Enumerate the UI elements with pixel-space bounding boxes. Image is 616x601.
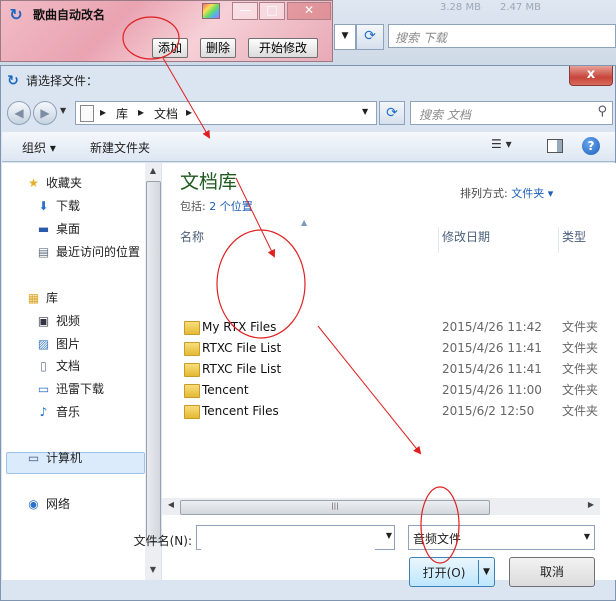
scrollbar-thumb[interactable]: ||| (180, 500, 490, 515)
folder-icon (184, 342, 200, 356)
chevron-down-icon[interactable]: ▼ (386, 531, 392, 540)
arrange-by-dropdown[interactable]: 文件夹 ▾ (511, 187, 553, 200)
dialog-close-button[interactable]: x (569, 66, 613, 86)
file-row[interactable]: My RTX Files 2015/4/26 11:42 文件夹 (178, 317, 616, 338)
horizontal-scrollbar[interactable]: ◀ ||| ▶ (162, 498, 600, 515)
file-type-filter[interactable]: 音频文件 ▼ (408, 525, 595, 550)
breadcrumb-separator-icon[interactable]: ▸ (100, 105, 106, 119)
file-list-pane: 文档库 包括: 2 个位置 排列方式: 文件夹 ▾ ▲ 名称 修改日期 类型 M… (162, 163, 616, 580)
document-icon: ▯ (40, 359, 47, 373)
background-size-value: 3.28 MB (440, 2, 481, 13)
breadcrumb-separator-icon[interactable]: ▸ (138, 105, 144, 119)
folder-icon (184, 321, 200, 335)
library-title: 文档库 (180, 171, 238, 193)
scroll-left-icon[interactable]: ◀ (165, 500, 177, 512)
start-rename-button[interactable]: 开始修改 (248, 38, 318, 58)
breadcrumb-documents[interactable]: 文档 (154, 105, 178, 122)
filename-field[interactable]: ▼ (196, 525, 395, 550)
navigation-pane: ★ 收藏夹 ⬇ 下载 ▬ 桌面 ▤ 最近访问的位置 ▦ 库 ▣ 视频 ▨ 图片 … (2, 163, 161, 580)
dialog-toolbar: 组织 ▾ 新建文件夹 ☰ ▾ ? (2, 132, 615, 162)
theme-palette-icon[interactable] (202, 3, 220, 19)
app-title: 歌曲自动改名 (33, 8, 106, 22)
folder-icon (184, 384, 200, 398)
file-type-value: 音频文件 (413, 532, 462, 546)
refresh-icon[interactable]: ⟳ (379, 101, 405, 125)
forward-arrow-icon[interactable]: ▶ (33, 101, 57, 125)
open-button-label: 打开(O) (422, 566, 466, 580)
add-button[interactable]: 添加 (152, 38, 188, 58)
file-row[interactable]: Tencent Files 2015/6/2 12:50 文件夹 (178, 401, 616, 422)
libraries-icon: ▦ (27, 291, 40, 305)
scroll-up-icon[interactable]: ▲ (147, 166, 159, 178)
back-arrow-icon[interactable]: ◀ (7, 101, 31, 125)
file-row[interactable]: RTXC File List 2015/4/26 11:41 文件夹 (178, 338, 616, 359)
address-bar[interactable]: ▸ 库 ▸ 文档 ▸ ▼ (75, 101, 377, 125)
view-options-icon[interactable]: ☰ ▾ (491, 137, 529, 157)
music-note-icon: ♪ (39, 405, 48, 419)
delete-button[interactable]: 删除 (200, 38, 236, 58)
sort-ascending-icon: ▲ (301, 218, 308, 227)
video-icon: ▣ (37, 314, 50, 328)
file-row[interactable]: Tencent 2015/4/26 11:00 文件夹 (178, 380, 616, 401)
column-header-date[interactable]: 修改日期 (442, 227, 559, 253)
filename-input[interactable] (201, 528, 375, 550)
breadcrumb-libraries[interactable]: 库 (116, 105, 128, 122)
folder-icon (184, 405, 200, 419)
search-input[interactable]: 搜索 文档 ⚲ (410, 101, 613, 125)
locations-link[interactable]: 2 个位置 (209, 200, 253, 213)
preview-pane-icon[interactable] (545, 137, 565, 155)
computer-icon: ▭ (27, 451, 40, 465)
refresh-icon[interactable]: ⟳ (356, 24, 384, 50)
search-icon[interactable]: ⚲ (597, 104, 607, 119)
background-nav-controls: ▼ ⟳ (334, 24, 384, 50)
open-button[interactable]: 打开(O) ▼ (409, 557, 495, 587)
split-divider (478, 560, 479, 584)
new-folder-button[interactable]: 新建文件夹 (90, 139, 170, 155)
network-icon: ◉ (28, 497, 39, 511)
cancel-button[interactable]: 取消 (509, 557, 595, 587)
filename-label: 文件名(N): (133, 534, 192, 548)
app-logo-icon: ↻ (9, 5, 23, 24)
chevron-down-icon[interactable]: ▼ (362, 107, 368, 116)
scroll-right-icon[interactable]: ▶ (585, 500, 597, 512)
background-search-input[interactable]: 搜索 下载 (388, 24, 616, 48)
folder-icon: ▭ (37, 382, 50, 396)
scrollbar-thumb[interactable] (146, 181, 161, 543)
document-icon (80, 105, 94, 122)
breadcrumb-separator-icon[interactable]: ▸ (186, 105, 192, 119)
folder-icon (184, 363, 200, 377)
chevron-down-icon[interactable]: ▼ (584, 532, 590, 541)
download-folder-icon: ⬇ (38, 199, 49, 213)
maximize-button[interactable]: □ (259, 2, 285, 20)
recent-places-icon: ▤ (37, 245, 50, 259)
file-open-dialog: ↻ 请选择文件： x ◀ ▶ ▼ ▸ 库 ▸ 文档 ▸ ▼ ⟳ 搜索 文档 ⚲ … (0, 65, 616, 601)
picture-icon: ▨ (37, 337, 50, 351)
chevron-down-icon[interactable]: ▼ (483, 567, 490, 577)
close-button[interactable]: ✕ (287, 2, 331, 20)
library-includes: 包括: 2 个位置 (180, 200, 253, 213)
dialog-app-icon: ↻ (7, 73, 19, 89)
column-header-type[interactable]: 类型 (562, 227, 616, 253)
scroll-down-icon[interactable]: ▼ (147, 565, 159, 577)
desktop-icon: ▬ (37, 222, 50, 236)
rename-app-window: ↻ 歌曲自动改名 — □ ✕ 添加 删除 开始修改 (0, 0, 333, 62)
history-chevron-icon[interactable]: ▼ (60, 106, 70, 120)
chevron-down-icon[interactable]: ▼ (334, 24, 356, 50)
search-placeholder: 搜索 文档 (419, 108, 471, 122)
help-icon[interactable]: ? (582, 137, 600, 155)
column-header-name[interactable]: 名称 (180, 227, 439, 253)
file-row[interactable]: RTXC File List 2015/4/26 11:41 文件夹 (178, 359, 616, 380)
minimize-button[interactable]: — (232, 2, 258, 20)
organize-button[interactable]: 组织 ▾ (22, 139, 72, 155)
arrange-by: 排列方式: 文件夹 ▾ (460, 187, 554, 200)
navigation-scrollbar[interactable]: ▲ ▼ (145, 163, 161, 580)
dialog-title: 请选择文件： (26, 74, 99, 88)
background-size-value: 2.47 MB (500, 2, 541, 13)
star-icon: ★ (28, 176, 39, 190)
